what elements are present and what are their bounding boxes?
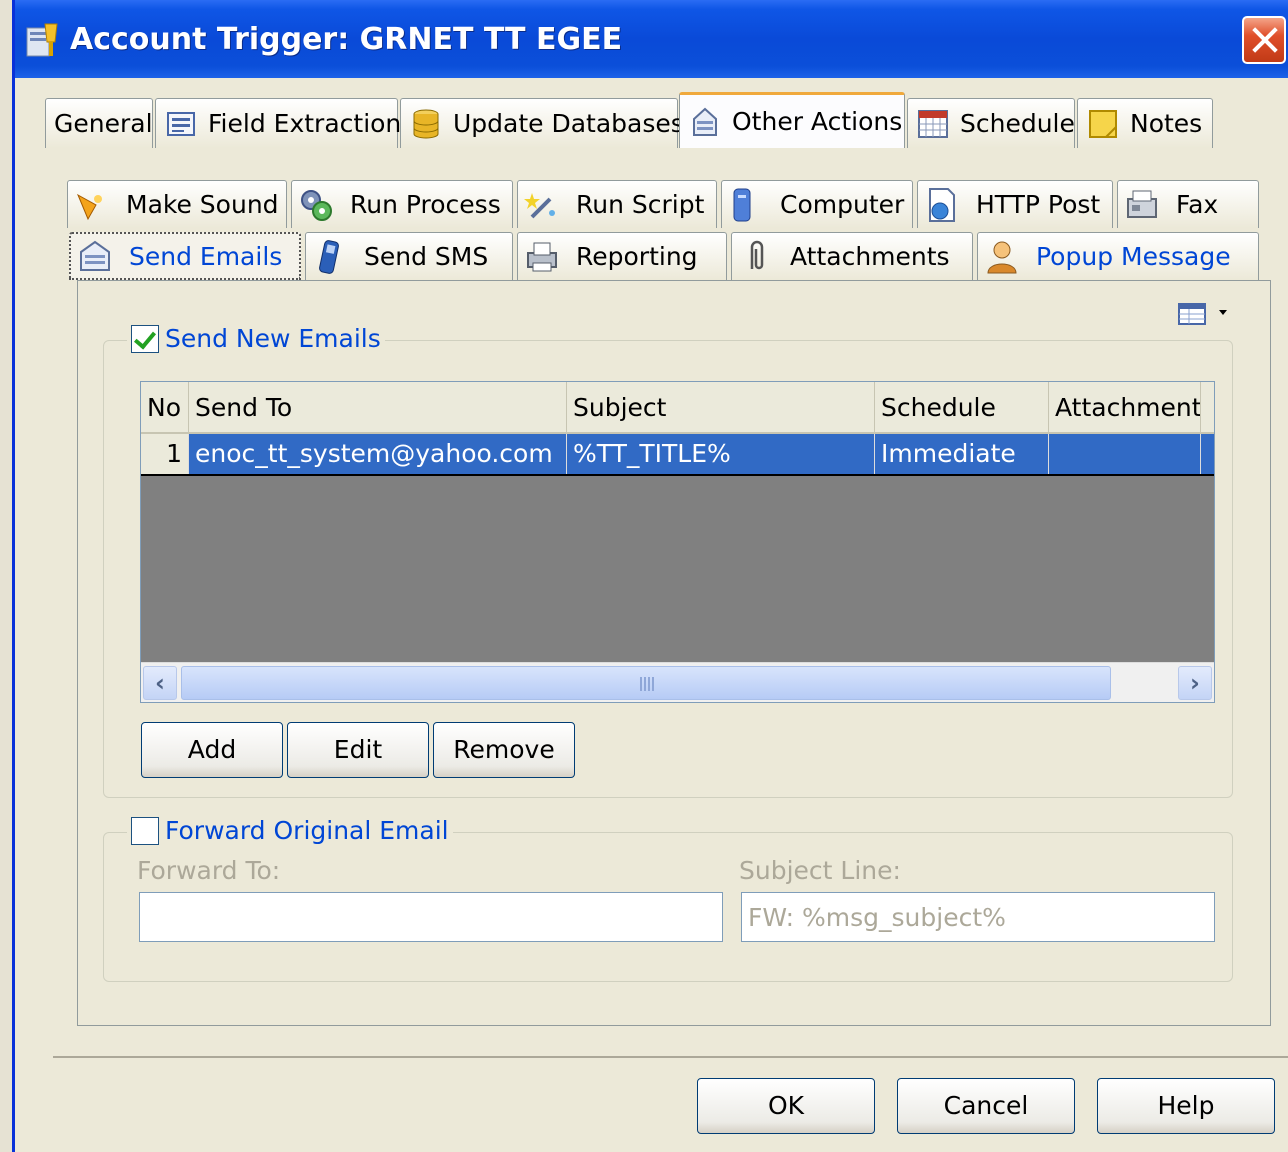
subtab-label: Run Script bbox=[576, 190, 705, 219]
subtab-label: Send Emails bbox=[129, 241, 283, 271]
paperclip-icon bbox=[750, 240, 764, 269]
subtab-label: Attachments bbox=[790, 242, 950, 271]
subtab-label: Send SMS bbox=[364, 242, 489, 271]
subtab-label: Make Sound bbox=[126, 190, 279, 219]
tab-notes[interactable]: Notes bbox=[1077, 98, 1213, 148]
horizontal-scrollbar[interactable]: ‹ › bbox=[141, 662, 1214, 702]
grip-icon bbox=[640, 677, 656, 691]
printer-icon bbox=[527, 242, 557, 271]
forward-original-legend[interactable]: Forward Original Email bbox=[127, 816, 453, 845]
speaker-icon bbox=[76, 193, 102, 220]
forward-original-checkbox[interactable] bbox=[131, 816, 159, 845]
remove-button[interactable]: Remove bbox=[433, 722, 575, 778]
close-button[interactable] bbox=[1242, 16, 1286, 64]
form-icon bbox=[167, 111, 195, 136]
send-new-emails-label: Send New Emails bbox=[165, 324, 381, 353]
subtab-label: Computer bbox=[780, 190, 905, 219]
table-row[interactable]: 1 enoc_tt_system@yahoo.com %TT_TITLE% Im… bbox=[141, 434, 1214, 476]
add-button[interactable]: Add bbox=[141, 722, 283, 778]
calendar-icon bbox=[918, 109, 948, 138]
tab-label: Field Extraction bbox=[208, 109, 402, 138]
forward-to-field[interactable] bbox=[139, 892, 723, 942]
grid-layout-icon[interactable] bbox=[1177, 300, 1237, 328]
forward-to-input[interactable] bbox=[144, 893, 722, 941]
subject-line-field[interactable] bbox=[741, 892, 1215, 942]
note-icon bbox=[1089, 109, 1117, 138]
subject-line-label: Subject Line: bbox=[739, 856, 901, 885]
dialog-window: Account Trigger: GRNET TT EGEE General F… bbox=[12, 0, 1288, 1152]
tab-update-databases[interactable]: Update Databases bbox=[400, 98, 684, 148]
edit-button[interactable]: Edit bbox=[287, 722, 429, 778]
app-icon bbox=[26, 23, 58, 57]
col-no[interactable]: No bbox=[141, 382, 189, 434]
tab-label: General bbox=[54, 109, 153, 138]
subtab-make-sound[interactable]: Make Sound bbox=[67, 180, 287, 228]
scroll-right-button[interactable]: › bbox=[1178, 666, 1212, 700]
tab-label: Notes bbox=[1130, 109, 1203, 138]
subtab-run-script[interactable]: Run Script bbox=[517, 180, 717, 228]
col-schedule[interactable]: Schedule bbox=[875, 382, 1049, 434]
cell-attachments bbox=[1049, 434, 1201, 474]
subtab-label: Run Process bbox=[350, 190, 501, 219]
grid-header: No Send To Subject Schedule Attachments bbox=[141, 382, 1214, 434]
tab-general[interactable]: General bbox=[45, 98, 153, 148]
mail-icon bbox=[80, 240, 110, 271]
gears-icon bbox=[301, 189, 332, 221]
tab-label: Schedule bbox=[960, 109, 1075, 138]
tab-field-extraction[interactable]: Field Extraction bbox=[155, 98, 402, 148]
tab-label: Other Actions bbox=[732, 107, 903, 136]
help-button[interactable]: Help bbox=[1097, 1078, 1275, 1134]
subtab-label: Popup Message bbox=[1036, 242, 1231, 271]
subtab-http-post[interactable]: HTTP Post bbox=[917, 180, 1113, 228]
person-icon bbox=[987, 241, 1017, 273]
forward-to-label: Forward To: bbox=[137, 856, 281, 885]
subtab-run-process[interactable]: Run Process bbox=[291, 180, 513, 228]
computer-icon bbox=[733, 188, 751, 221]
cell-send-to: enoc_tt_system@yahoo.com bbox=[189, 434, 567, 474]
scroll-left-button[interactable]: ‹ bbox=[143, 666, 177, 700]
subtab-fax[interactable]: Fax bbox=[1117, 180, 1259, 228]
database-icon bbox=[413, 109, 439, 138]
title-bar[interactable]: Account Trigger: GRNET TT EGEE bbox=[15, 0, 1288, 78]
send-new-emails-legend[interactable]: Send New Emails bbox=[127, 324, 385, 353]
subtab-label: Fax bbox=[1176, 190, 1219, 219]
tab-label: Update Databases bbox=[453, 109, 684, 138]
col-send-to[interactable]: Send To bbox=[189, 382, 567, 434]
window-title: Account Trigger: GRNET TT EGEE bbox=[70, 22, 623, 57]
wand-icon bbox=[524, 192, 555, 218]
send-new-emails-checkbox[interactable] bbox=[131, 324, 159, 353]
subject-line-input[interactable] bbox=[746, 893, 1214, 941]
subtab-label: HTTP Post bbox=[976, 190, 1101, 219]
subtab-send-emails[interactable]: Send Emails bbox=[69, 232, 301, 280]
col-subject[interactable]: Subject bbox=[567, 382, 875, 434]
ok-button[interactable]: OK bbox=[697, 1078, 875, 1134]
mail-gear-icon bbox=[693, 107, 717, 136]
subtab-popup-message[interactable]: Popup Message bbox=[977, 232, 1259, 280]
cancel-button[interactable]: Cancel bbox=[897, 1078, 1075, 1134]
tab-schedule[interactable]: Schedule bbox=[907, 98, 1075, 148]
forward-original-label: Forward Original Email bbox=[165, 816, 449, 845]
phone-icon bbox=[319, 239, 339, 274]
document-globe-icon bbox=[929, 187, 955, 222]
fax-icon bbox=[1127, 190, 1157, 218]
cell-subject: %TT_TITLE% bbox=[567, 434, 875, 474]
cell-schedule: Immediate bbox=[875, 434, 1049, 474]
cell-no: 1 bbox=[141, 434, 189, 474]
subtab-label: Reporting bbox=[576, 242, 698, 271]
emails-grid[interactable]: No Send To Subject Schedule Attachments … bbox=[140, 381, 1215, 703]
tab-other-actions[interactable]: Other Actions bbox=[679, 92, 905, 148]
scroll-thumb[interactable] bbox=[181, 666, 1111, 700]
subtab-reporting[interactable]: Reporting bbox=[517, 232, 727, 280]
subtab-send-sms[interactable]: Send SMS bbox=[305, 232, 513, 280]
subtab-computer[interactable]: Computer bbox=[721, 180, 913, 228]
col-attachments[interactable]: Attachments bbox=[1049, 382, 1201, 434]
subtab-attachments[interactable]: Attachments bbox=[731, 232, 973, 280]
